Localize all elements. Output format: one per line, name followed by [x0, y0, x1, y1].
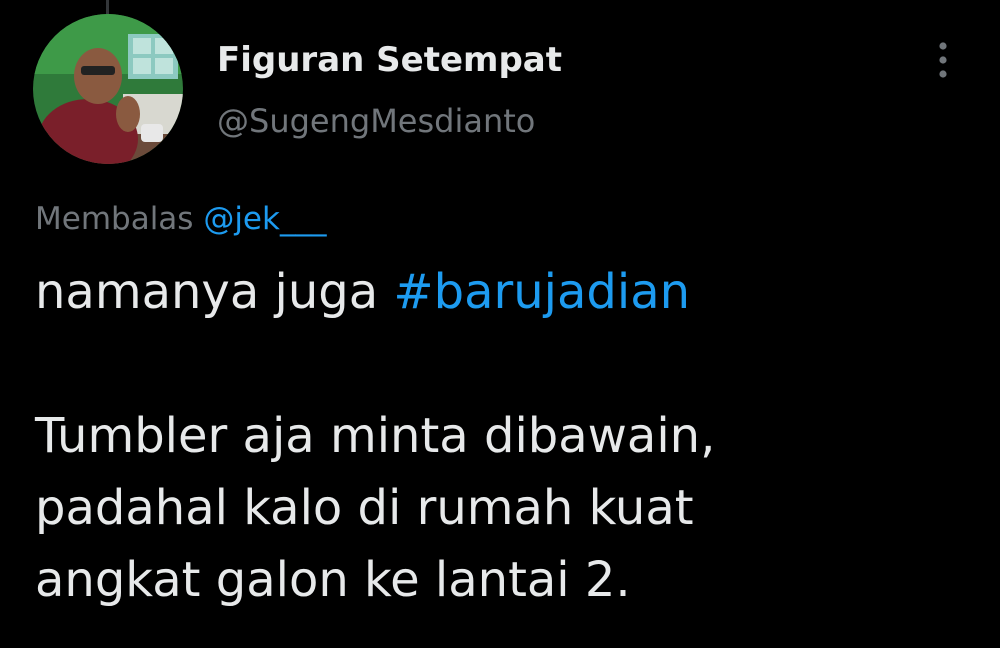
author-handle[interactable]: @SugengMesdianto	[217, 100, 535, 142]
avatar[interactable]	[33, 14, 183, 164]
tweet-text: namanya juga #barujadian Tumbler aja min…	[35, 256, 975, 616]
more-vertical-icon	[939, 42, 947, 78]
more-options-button[interactable]	[926, 38, 960, 82]
hashtag-link[interactable]: #barujadian	[393, 264, 690, 320]
reply-context: Membalas @jek___	[35, 198, 326, 240]
tweet-text-line-1: namanya juga #barujadian	[35, 256, 975, 328]
tweet-text-line-2: Tumbler aja minta dibawain,	[35, 408, 716, 464]
thread-connector-line	[106, 0, 109, 14]
reply-prefix: Membalas	[35, 201, 194, 237]
tweet-text-plain: namanya juga	[35, 264, 394, 320]
tweet-text-line-3: padahal kalo di rumah kuat	[35, 480, 694, 536]
author-display-name[interactable]: Figuran Setempat	[217, 38, 562, 82]
reply-mention-link[interactable]: @jek___	[203, 201, 326, 237]
tweet-text-line-4: angkat galon ke lantai 2.	[35, 552, 631, 608]
tweet: Figuran Setempat @SugengMesdianto Membal…	[0, 0, 1000, 648]
avatar-photo	[33, 14, 183, 164]
